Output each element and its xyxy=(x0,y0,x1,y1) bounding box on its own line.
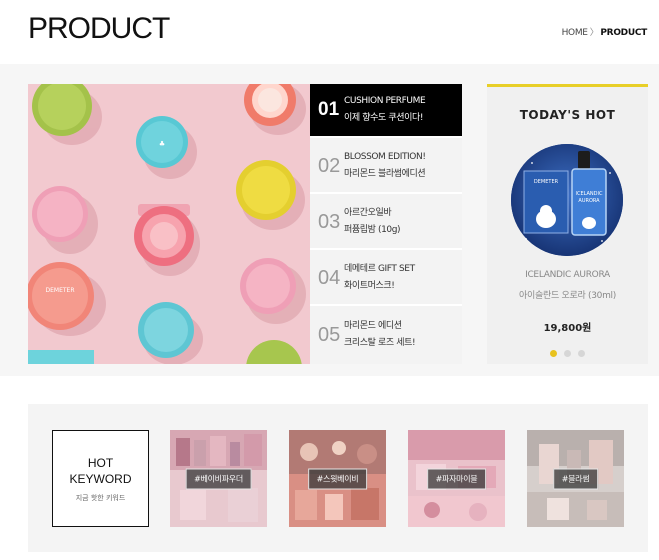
hot-keyword-subtitle: 지금 핫한 키워드 xyxy=(75,494,126,502)
keyword-card-1[interactable]: #베이비파우더 xyxy=(170,430,267,527)
hero-product-image[interactable]: ♣ DEMETER xyxy=(28,84,310,364)
breadcrumb-current: PRODUCT xyxy=(600,28,647,38)
item-text: 아르간오일바 퍼퓸립밤 (10g) xyxy=(344,205,401,239)
slider-dot-3[interactable] xyxy=(578,350,585,357)
product-list-item-03[interactable]: 03 아르간오일바 퍼퓸립밤 (10g) xyxy=(310,196,462,250)
item-subtitle: 화이트머스크! xyxy=(344,281,395,291)
todays-hot-panel: TODAY'S HOT DEMETER ICELANDIC AURORA ICE… xyxy=(487,84,648,364)
keyword-tag-3[interactable]: #파자마이블 xyxy=(426,468,487,489)
item-title: BLOSSOM EDITION! xyxy=(344,152,426,162)
product-list-item-02[interactable]: 02 BLOSSOM EDITION! 마리몬드 블라썸에디션 xyxy=(310,140,462,194)
product-list-item-04[interactable]: 04 데메테르 GIFT SET 화이트머스크! xyxy=(310,252,462,306)
slider-dot-1[interactable] xyxy=(550,350,557,357)
hot-keyword-label-box: HOT KEYWORD 지금 핫한 키워드 xyxy=(52,430,149,527)
svg-text:DEMETER: DEMETER xyxy=(45,287,74,294)
hero-illustration: ♣ DEMETER xyxy=(28,84,310,364)
item-subtitle: 퍼퓸립밤 (10g) xyxy=(344,225,401,235)
svg-text:ICELANDIC: ICELANDIC xyxy=(575,191,603,197)
product-list: 01 CUSHION PERFUME 이제 향수도 쿠션이다! 02 BLOSS… xyxy=(310,84,462,364)
item-text: 데메테르 GIFT SET 화이트머스크! xyxy=(344,261,415,295)
todays-hot-product-image[interactable]: DEMETER ICELANDIC AURORA xyxy=(510,143,624,257)
item-text: CUSHION PERFUME 이제 향수도 쿠션이다! xyxy=(344,93,426,127)
item-title: 아르간오일바 xyxy=(344,208,392,218)
item-number: 04 xyxy=(318,266,341,289)
item-subtitle: 이제 향수도 쿠션이다! xyxy=(344,113,424,123)
item-text: BLOSSOM EDITION! 마리몬드 블라썸에디션 xyxy=(344,149,426,183)
perfume-illustration: DEMETER ICELANDIC AURORA xyxy=(511,144,623,256)
product-list-item-05[interactable]: 05 마리몬드 에디션 크리스탈 로즈 세트! xyxy=(310,308,462,362)
item-number: 02 xyxy=(318,154,341,177)
item-text: 마리몬드 에디션 크리스탈 로즈 세트! xyxy=(344,318,416,352)
keyword-card-4[interactable]: #블라썸 xyxy=(527,430,624,527)
item-title: 데메테르 GIFT SET xyxy=(344,264,415,274)
slider-pagination xyxy=(487,350,648,357)
hot-keyword-heading-line2: KEYWORD xyxy=(69,472,132,486)
product-list-item-01[interactable]: 01 CUSHION PERFUME 이제 향수도 쿠션이다! xyxy=(310,84,462,138)
svg-text:DEMETER: DEMETER xyxy=(534,179,559,185)
breadcrumb: HOME 〉 PRODUCT xyxy=(562,25,648,38)
item-title: 마리몬드 에디션 xyxy=(344,321,402,331)
keyword-card-3[interactable]: #파자마이블 xyxy=(408,430,505,527)
keyword-card-2[interactable]: #스윗베이비 xyxy=(289,430,386,527)
todays-hot-product-name[interactable]: ICELANDIC AURORA xyxy=(487,270,648,280)
item-number: 05 xyxy=(318,323,341,346)
keyword-tag-4[interactable]: #블라썸 xyxy=(552,468,599,489)
slider-dot-2[interactable] xyxy=(564,350,571,357)
item-title: CUSHION PERFUME xyxy=(344,96,426,106)
svg-text:AURORA: AURORA xyxy=(578,198,600,204)
item-subtitle: 크리스탈 로즈 세트! xyxy=(344,338,416,348)
todays-hot-product-name-ko[interactable]: 아이슬란드 오로라 (30ml) xyxy=(487,288,648,301)
page-title: PRODUCT xyxy=(28,12,170,45)
item-number: 01 xyxy=(318,99,340,120)
breadcrumb-separator: 〉 xyxy=(589,28,599,38)
item-number: 03 xyxy=(318,210,341,233)
keyword-tag-1[interactable]: #베이비파우더 xyxy=(185,468,252,489)
hot-keyword-heading-line1: HOT xyxy=(87,456,114,470)
todays-hot-price: 19,800원 xyxy=(543,323,592,334)
item-subtitle: 마리몬드 블라썸에디션 xyxy=(344,169,426,179)
todays-hot-title: TODAY'S HOT xyxy=(519,108,616,122)
svg-text:♣: ♣ xyxy=(159,140,165,148)
keyword-tag-2[interactable]: #스윗베이비 xyxy=(307,468,368,489)
breadcrumb-home-link[interactable]: HOME xyxy=(562,28,588,38)
